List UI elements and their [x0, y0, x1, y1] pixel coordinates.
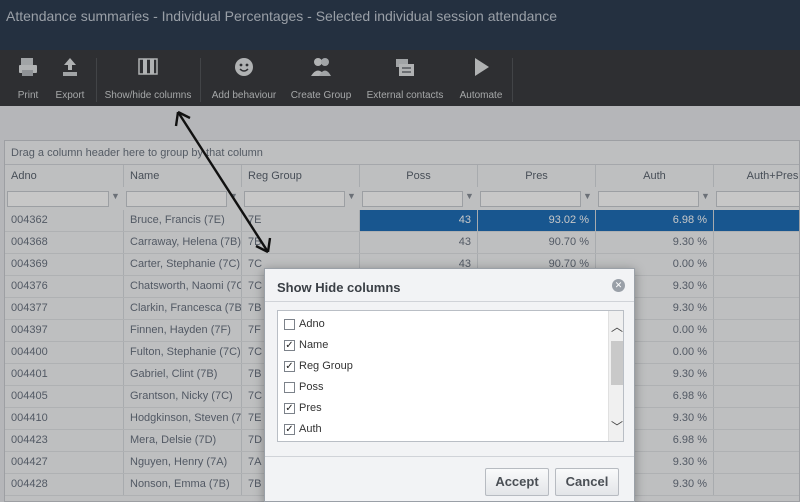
dialog-footer-divider: [265, 456, 634, 457]
cancel-button[interactable]: Cancel: [555, 468, 619, 496]
dialog-divider: [265, 301, 634, 302]
scrollbar-thumb[interactable]: [611, 341, 623, 385]
accept-button[interactable]: Accept: [485, 468, 549, 496]
checkbox-checked[interactable]: ✓: [284, 424, 295, 435]
chevron-up-icon[interactable]: ︿: [609, 319, 623, 335]
checkbox-checked[interactable]: ✓: [284, 403, 295, 414]
checkbox[interactable]: [284, 382, 295, 393]
show-hide-columns-dialog: Show Hide columns ✕ Adno ✓ Name ✓ Reg Gr…: [264, 268, 635, 502]
checkbox-checked[interactable]: ✓: [284, 340, 295, 351]
column-checkbox-list[interactable]: Adno ✓ Name ✓ Reg Group Poss ✓ Pres ✓ Au…: [277, 310, 624, 442]
list-scrollbar[interactable]: ︿ ﹀: [608, 311, 623, 441]
checkbox-checked[interactable]: ✓: [284, 361, 295, 372]
checkbox[interactable]: [284, 319, 295, 330]
chevron-down-icon[interactable]: ﹀: [609, 419, 623, 435]
close-icon[interactable]: ✕: [612, 279, 625, 292]
dialog-title: Show Hide columns: [277, 280, 401, 295]
